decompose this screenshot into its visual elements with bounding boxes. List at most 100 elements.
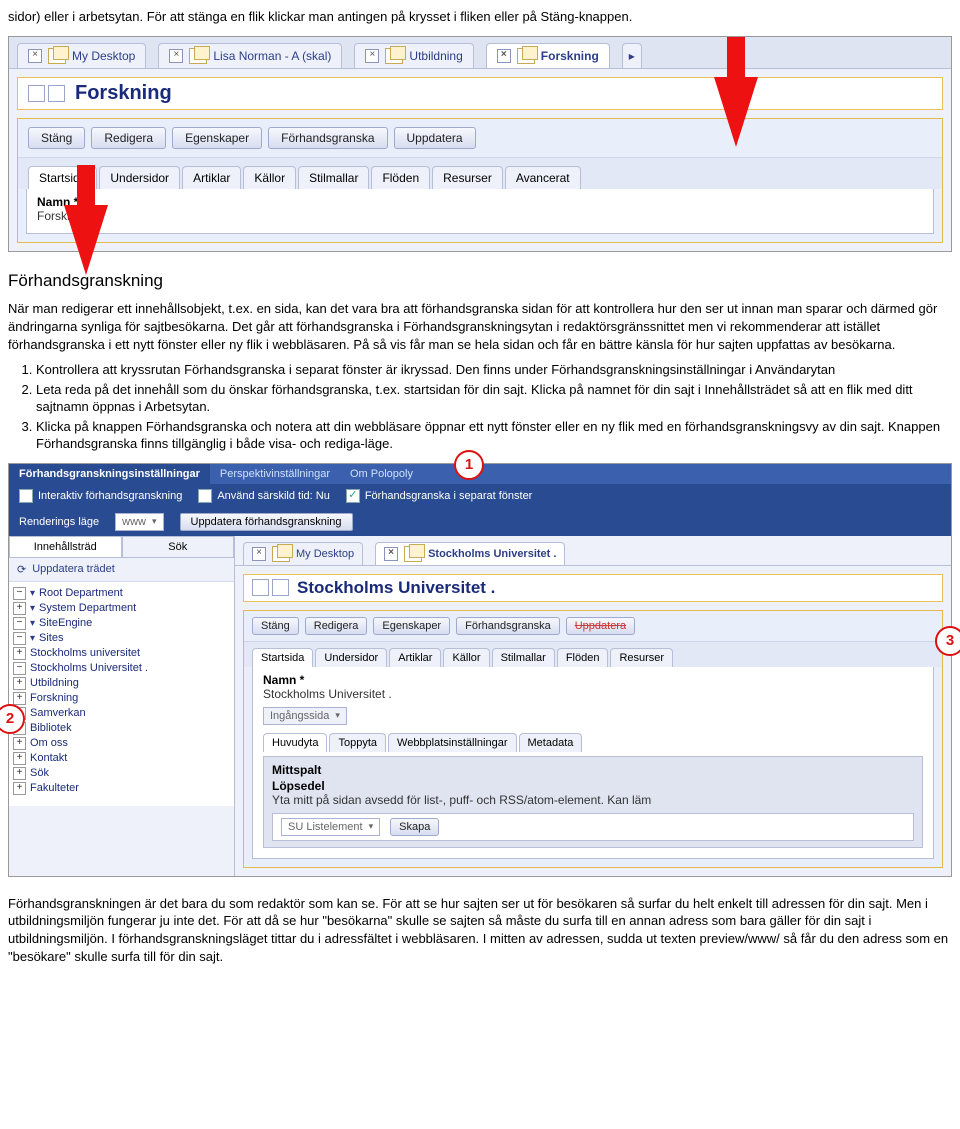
- innertab-huvudyta[interactable]: Huvudyta: [263, 733, 327, 752]
- stang-button[interactable]: Stäng: [28, 127, 85, 149]
- subtab-kallor[interactable]: Källor: [443, 648, 489, 667]
- tree-item[interactable]: Stockholms Universitet .: [30, 662, 148, 674]
- subtab-artiklar[interactable]: Artiklar: [389, 648, 441, 667]
- settings-tab-preview[interactable]: Förhandsgranskningsinställningar: [9, 464, 210, 484]
- close-icon[interactable]: ×: [365, 49, 379, 63]
- tab-forskning[interactable]: × Forskning: [486, 43, 610, 68]
- subtab-kallor[interactable]: Källor: [243, 166, 296, 189]
- subtab-artiklar[interactable]: Artiklar: [182, 166, 241, 189]
- subtab-resurser[interactable]: Resurser: [610, 648, 673, 667]
- tab-label: My Desktop: [72, 49, 135, 63]
- redigera-button[interactable]: Redigera: [91, 127, 166, 149]
- tree-item[interactable]: Forskning: [30, 692, 78, 704]
- left-tab-search[interactable]: Sök: [122, 536, 235, 558]
- tree-siteengine[interactable]: SiteEngine: [39, 617, 92, 629]
- subtab-resurser[interactable]: Resurser: [432, 166, 503, 189]
- form-area: Namn * Forskning: [26, 189, 934, 234]
- subtab-floden[interactable]: Flöden: [557, 648, 609, 667]
- page-icon: [385, 48, 403, 64]
- expand-icon[interactable]: +: [13, 782, 26, 795]
- expand-icon[interactable]: +: [13, 602, 26, 615]
- tab-lisa-norman[interactable]: × Lisa Norman - A (skal): [158, 43, 342, 68]
- element-type-select[interactable]: SU Listelement ▾: [281, 818, 380, 836]
- close-icon[interactable]: ×: [169, 49, 183, 63]
- checkbox-separate-window[interactable]: [346, 489, 360, 503]
- page-title: Forskning: [75, 82, 172, 105]
- tab-label: Forskning: [541, 49, 599, 63]
- subtab-stilmallar[interactable]: Stilmallar: [298, 166, 369, 189]
- tree-item[interactable]: Kontakt: [30, 752, 67, 764]
- subtab-startsida[interactable]: Startsida: [252, 648, 313, 667]
- expand-icon[interactable]: +: [13, 737, 26, 750]
- tree-system-department[interactable]: System Department: [39, 602, 136, 614]
- page-type-select[interactable]: Ingångssida ▾: [263, 707, 347, 725]
- checkbox-interactive-preview[interactable]: [19, 489, 33, 503]
- name-value: Forskning: [37, 209, 923, 223]
- tree-item[interactable]: Sök: [30, 767, 49, 779]
- chevron-down-icon: ▾: [369, 821, 374, 832]
- collapse-icon[interactable]: −: [13, 662, 26, 675]
- innertab-webbplats[interactable]: Webbplatsinställningar: [388, 733, 516, 752]
- close-icon[interactable]: ×: [28, 49, 42, 63]
- subtab-floden[interactable]: Flöden: [371, 166, 430, 189]
- egenskaper-button[interactable]: Egenskaper: [172, 127, 262, 149]
- egenskaper-button[interactable]: Egenskaper: [373, 617, 450, 635]
- tab-my-desktop[interactable]: × My Desktop: [243, 542, 363, 565]
- collapse-icon[interactable]: −: [13, 632, 26, 645]
- page-icon: [189, 48, 207, 64]
- select-value: SU Listelement: [288, 821, 363, 833]
- subtab-avancerat[interactable]: Avancerat: [505, 166, 581, 189]
- tree-root[interactable]: Root Department: [39, 587, 123, 599]
- list-element-row: SU Listelement ▾ Skapa: [272, 813, 914, 841]
- chevron-down-icon: ▾: [335, 710, 340, 721]
- left-tab-tree[interactable]: Innehållsträd: [9, 536, 122, 558]
- tab-utbildning[interactable]: × Utbildning: [354, 43, 473, 68]
- doc-icon: [252, 579, 269, 596]
- intro-fragment: sidor) eller i arbetsytan. För att stäng…: [8, 8, 952, 26]
- redigera-button[interactable]: Redigera: [305, 617, 368, 635]
- collapse-icon[interactable]: −: [13, 587, 26, 600]
- expand-icon[interactable]: +: [13, 767, 26, 780]
- subtab-undersidor[interactable]: Undersidor: [315, 648, 387, 667]
- tree-item[interactable]: Bibliotek: [30, 722, 72, 734]
- tab-stockholms-universitet[interactable]: × Stockholms Universitet .: [375, 542, 565, 565]
- tree-item[interactable]: Stockholms universitet: [30, 647, 140, 659]
- subtab-undersidor[interactable]: Undersidor: [99, 166, 180, 189]
- uppdatera-button[interactable]: Uppdatera: [566, 617, 635, 635]
- close-icon[interactable]: ×: [252, 547, 266, 561]
- forhandsgranska-button[interactable]: Förhandsgranska: [456, 617, 560, 635]
- stang-button[interactable]: Stäng: [252, 617, 299, 635]
- tree-item[interactable]: Om oss: [30, 737, 68, 749]
- close-icon[interactable]: ×: [384, 547, 398, 561]
- checkbox-use-time[interactable]: [198, 489, 212, 503]
- tree-item[interactable]: Fakulteter: [30, 782, 79, 794]
- innertab-metadata[interactable]: Metadata: [519, 733, 583, 752]
- update-preview-button[interactable]: Uppdatera förhandsgranskning: [180, 513, 353, 531]
- tree-item[interactable]: Utbildning: [30, 677, 79, 689]
- refresh-tree-button[interactable]: ⟳ Uppdatera trädet: [9, 558, 234, 582]
- render-mode-select[interactable]: www ▾: [115, 513, 163, 531]
- right-pane: × My Desktop × Stockholms Universitet . …: [235, 536, 951, 876]
- settings-tab-perspective[interactable]: Perspektivinställningar: [210, 464, 340, 484]
- checkbox-label: Förhandsgranska i separat fönster: [365, 490, 533, 502]
- innertab-toppyta[interactable]: Toppyta: [329, 733, 386, 752]
- collapse-icon[interactable]: −: [13, 617, 26, 630]
- skapa-button[interactable]: Skapa: [390, 818, 439, 836]
- uppdatera-button[interactable]: Uppdatera: [394, 127, 476, 149]
- left-pane: Innehållsträd Sök ⟳ Uppdatera trädet −▾R…: [9, 536, 235, 876]
- subtab-stilmallar[interactable]: Stilmallar: [492, 648, 555, 667]
- tab-my-desktop[interactable]: × My Desktop: [17, 43, 146, 68]
- close-icon[interactable]: ×: [497, 49, 511, 63]
- action-button-row: Stäng Redigera Egenskaper Förhandsgransk…: [18, 119, 942, 158]
- expand-icon[interactable]: +: [13, 692, 26, 705]
- panel-heading: Mittspalt: [272, 763, 914, 777]
- editor-band: Stäng Redigera Egenskaper Förhandsgransk…: [17, 118, 943, 243]
- expand-icon[interactable]: +: [13, 647, 26, 660]
- settings-tab-about[interactable]: Om Polopoly: [340, 464, 423, 484]
- expand-icon[interactable]: +: [13, 677, 26, 690]
- tree-item[interactable]: Samverkan: [30, 707, 86, 719]
- expand-icon[interactable]: +: [13, 752, 26, 765]
- tree-sites[interactable]: Sites: [39, 632, 63, 644]
- forhandsgranska-button[interactable]: Förhandsgranska: [268, 127, 387, 149]
- tab-more[interactable]: ▸: [622, 43, 642, 68]
